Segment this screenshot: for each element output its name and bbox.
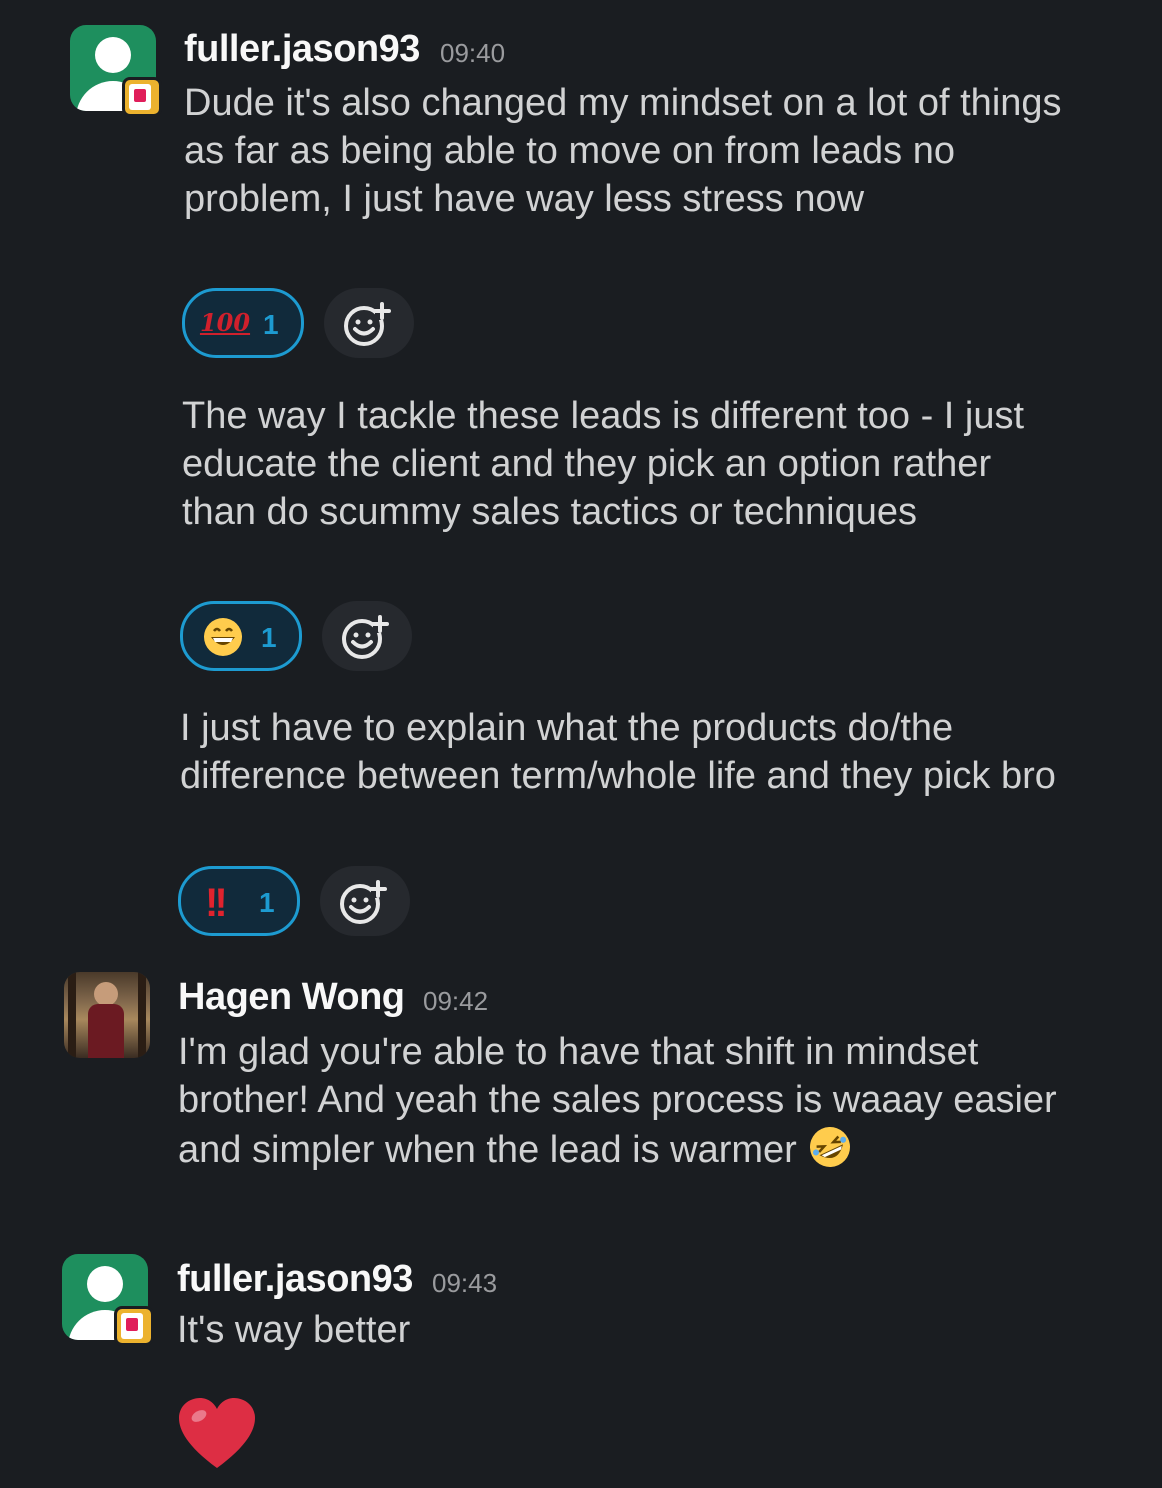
add-reaction-button[interactable] xyxy=(324,288,414,358)
double-exclamation-icon: !! xyxy=(205,881,228,925)
reaction-bangbang[interactable]: !! 1 xyxy=(178,866,300,936)
message-text: I just have to explain what the products… xyxy=(180,707,1056,797)
reaction-count: 1 xyxy=(259,887,275,918)
grinning-face-icon xyxy=(204,618,242,656)
reaction-count: 1 xyxy=(261,622,277,653)
rolling-on-floor-laughing-icon xyxy=(810,1127,851,1167)
org-badge-icon xyxy=(114,1306,154,1346)
reaction-grin[interactable]: 1 xyxy=(180,601,302,671)
message-body: I'm glad you're able to have that shift … xyxy=(178,1031,1057,1171)
reaction-count: 1 xyxy=(263,309,279,340)
red-heart-icon xyxy=(179,1398,255,1468)
add-emoji-icon xyxy=(342,615,389,659)
timestamp[interactable]: 09:40 xyxy=(440,38,505,69)
message-text: Dude it's also changed my mindset on a l… xyxy=(184,82,1062,220)
reaction-100[interactable]: 100 1 xyxy=(182,288,304,358)
add-emoji-icon xyxy=(340,880,387,924)
message-text: The way I tackle these leads is differen… xyxy=(182,395,1025,533)
username[interactable]: fuller.jason93 xyxy=(184,28,420,71)
org-badge-icon xyxy=(122,77,162,117)
message-text: I'm glad you're able to have that shift … xyxy=(178,1028,1058,1174)
add-emoji-icon xyxy=(344,302,391,346)
username[interactable]: Hagen Wong xyxy=(178,976,405,1019)
message-text: It's way better xyxy=(177,1309,411,1351)
avatar[interactable] xyxy=(64,972,150,1058)
timestamp[interactable]: 09:42 xyxy=(423,986,488,1017)
message-feed: fuller.jason93 09:40 Dude it's also chan… xyxy=(0,0,1162,1488)
hundred-points-icon: 100 xyxy=(199,308,251,337)
add-reaction-button[interactable] xyxy=(322,601,412,671)
add-reaction-button[interactable] xyxy=(320,866,410,936)
username[interactable]: fuller.jason93 xyxy=(177,1258,413,1301)
timestamp[interactable]: 09:43 xyxy=(432,1268,497,1299)
